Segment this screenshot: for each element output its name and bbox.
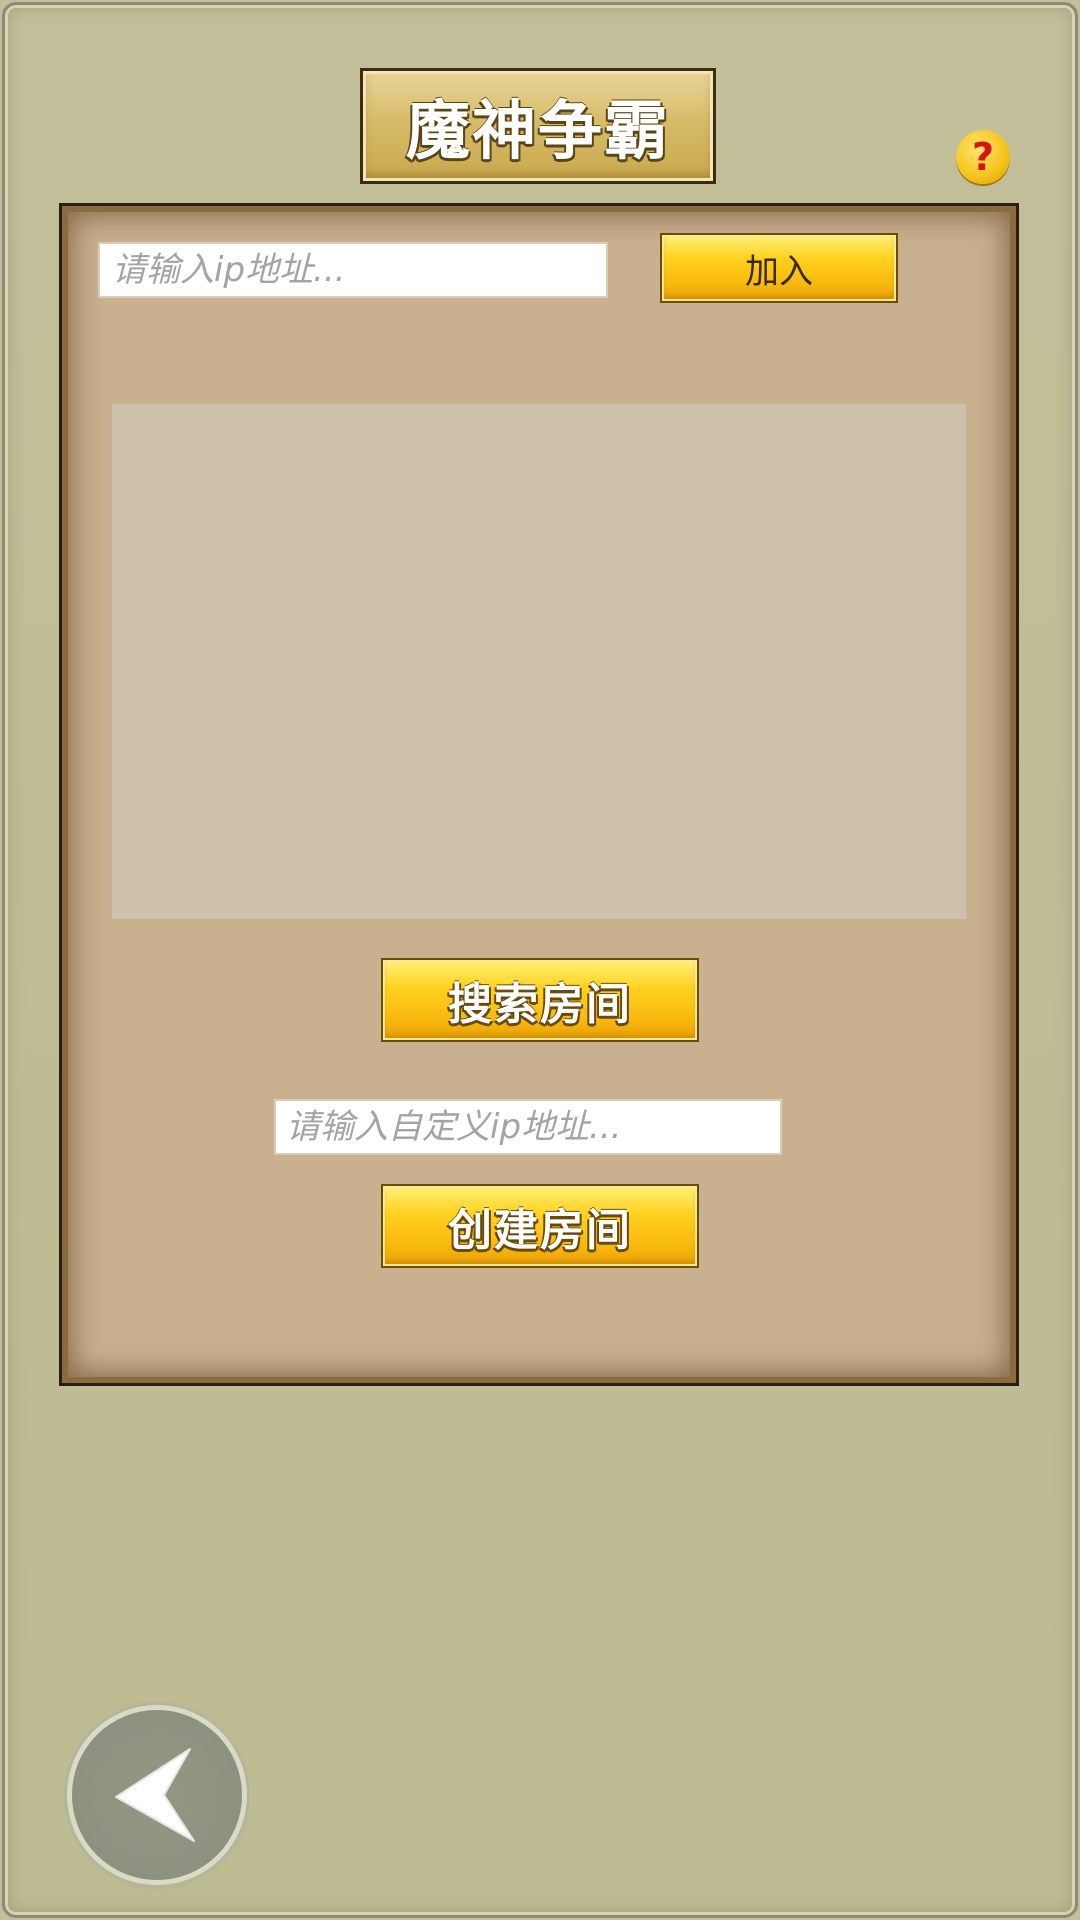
room-list[interactable]: [111, 403, 967, 920]
title-plate: 魔神争霸: [360, 68, 716, 184]
custom-ip-input[interactable]: [274, 1099, 782, 1155]
create-room-button[interactable]: 创建房间: [381, 1184, 699, 1268]
back-arrow-icon: [115, 1748, 195, 1842]
help-question-glyph: ?: [971, 135, 995, 179]
screen: 魔神争霸 ? 加入 搜索房间 创建房间: [0, 0, 1080, 1920]
help-icon[interactable]: ?: [956, 130, 1010, 184]
join-button-label: 加入: [745, 251, 813, 292]
search-room-label: 搜索房间: [448, 979, 632, 1030]
join-button[interactable]: 加入: [660, 233, 898, 303]
page-title: 魔神争霸: [406, 95, 670, 169]
back-button[interactable]: [72, 1710, 242, 1880]
create-room-label: 创建房间: [448, 1205, 632, 1256]
ip-address-input[interactable]: [98, 242, 608, 298]
search-room-button[interactable]: 搜索房间: [381, 958, 699, 1042]
